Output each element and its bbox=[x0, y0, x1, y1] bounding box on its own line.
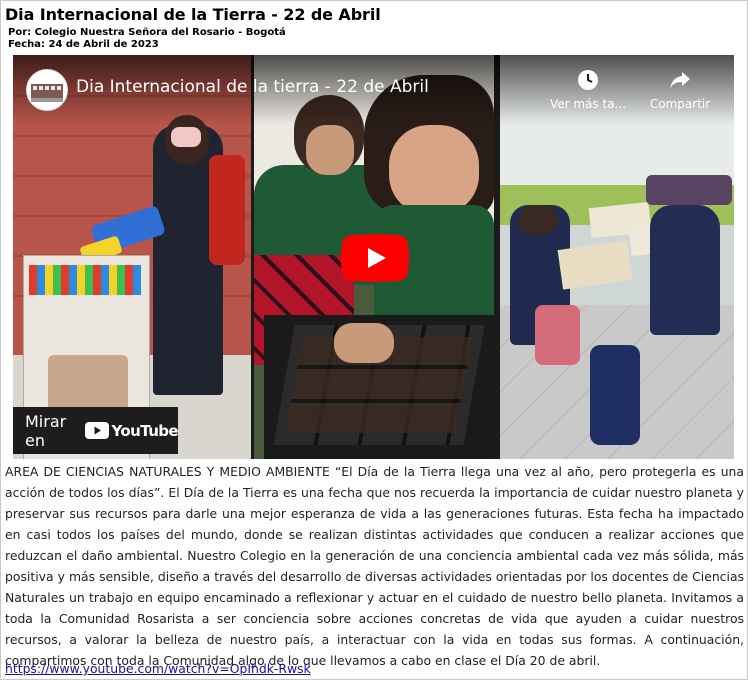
clock-icon bbox=[578, 70, 598, 90]
article-body: AREA DE CIENCIAS NATURALES Y MEDIO AMBIE… bbox=[5, 464, 744, 668]
article-title: Dia Internacional de la Tierra - 22 de A… bbox=[5, 5, 381, 24]
watch-later-label: Ver más ta... bbox=[549, 97, 627, 111]
video-title[interactable]: Dia Internacional de la tierra - 22 de A… bbox=[76, 77, 429, 97]
watch-later-button[interactable]: Ver más ta... bbox=[548, 69, 628, 111]
article-author: Por: Colegio Nuestra Señora del Rosario … bbox=[8, 27, 286, 38]
play-button[interactable] bbox=[341, 234, 409, 282]
video-link[interactable]: https://www.youtube.com/watch?v=OpIhdk-R… bbox=[5, 661, 311, 676]
channel-avatar[interactable] bbox=[26, 69, 68, 111]
watch-on-label: Mirar en bbox=[25, 411, 67, 450]
channel-avatar-image bbox=[27, 70, 67, 110]
article-date: Fecha: 24 de Abril de 2023 bbox=[8, 39, 159, 50]
youtube-embed[interactable]: Dia Internacional de la tierra - 22 de A… bbox=[13, 55, 734, 459]
share-label: Compartir bbox=[649, 97, 711, 111]
share-icon bbox=[670, 72, 690, 89]
share-button[interactable]: Compartir bbox=[640, 69, 720, 111]
youtube-logo-icon: YouTube bbox=[84, 421, 179, 440]
youtube-logo-mark bbox=[84, 422, 109, 439]
watch-on-youtube-button[interactable]: Mirar en YouTube bbox=[13, 407, 179, 454]
play-icon bbox=[341, 234, 409, 282]
youtube-wordmark: YouTube bbox=[111, 421, 179, 440]
